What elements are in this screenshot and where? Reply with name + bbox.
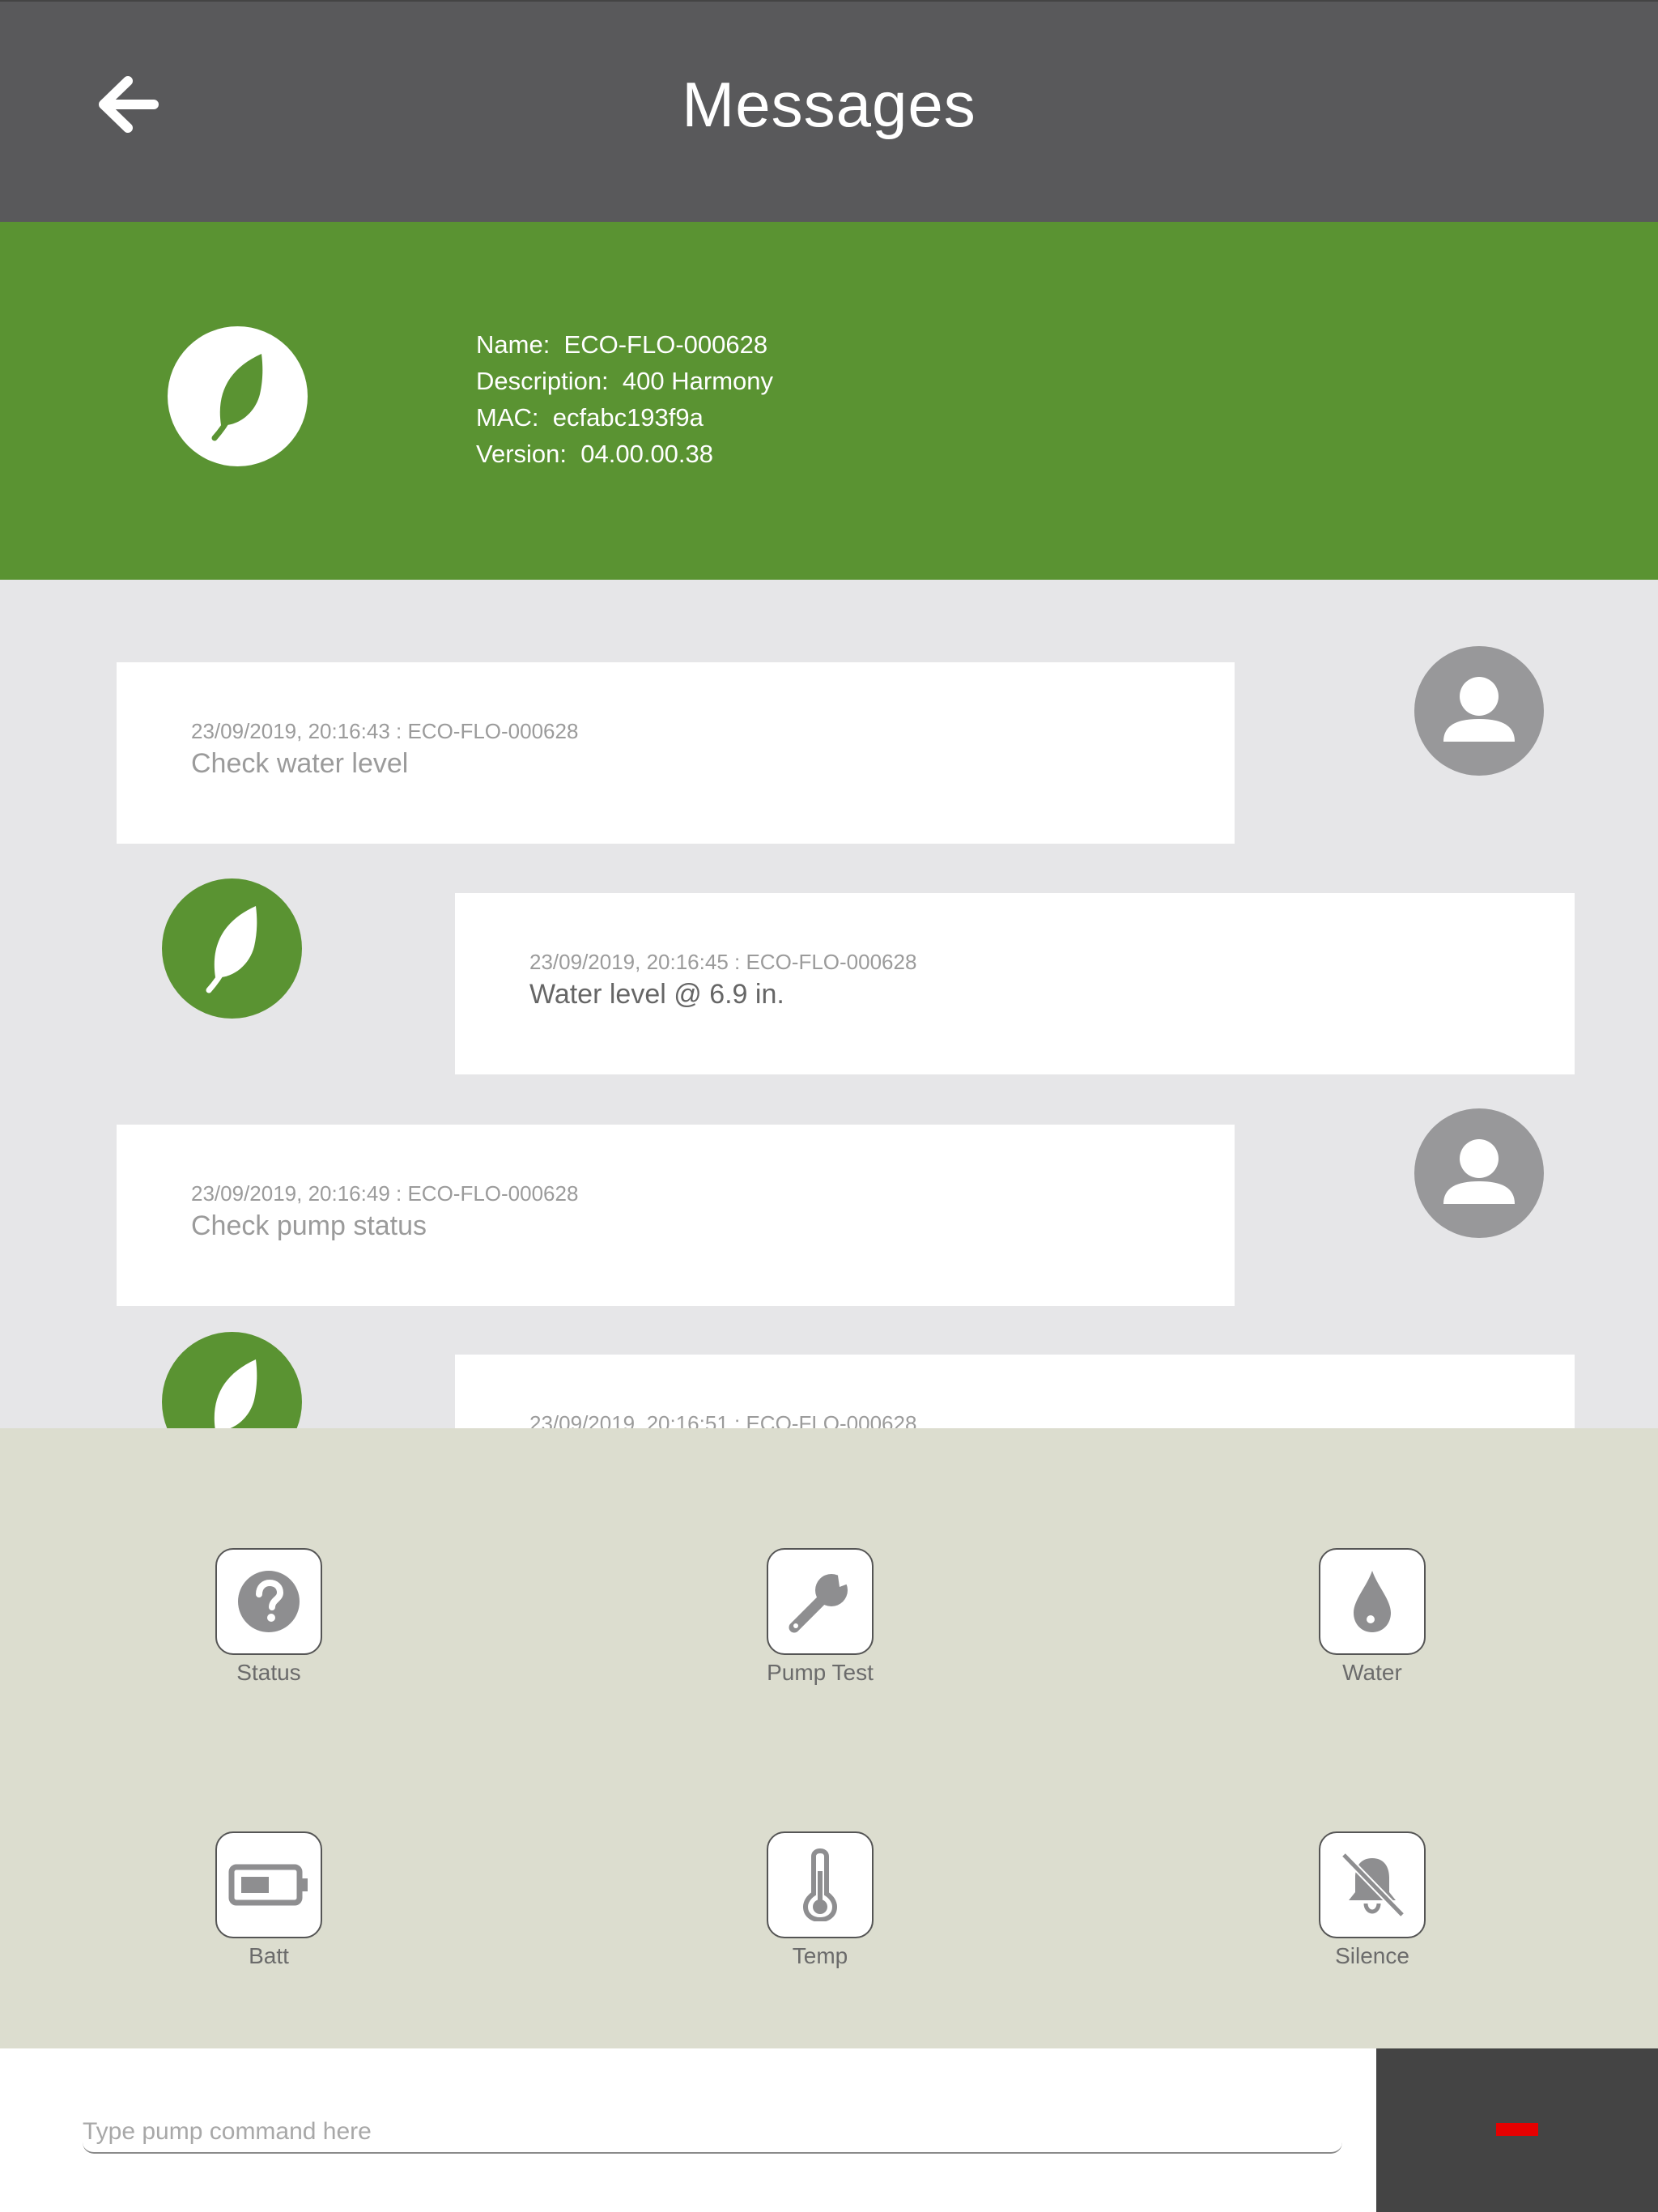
user-avatar [1414,1108,1544,1238]
message-text: Check water level [191,748,409,779]
temp-label: Temp [792,1943,848,1968]
status-label: Status [236,1660,301,1685]
device-name-label: Name: [476,330,551,359]
device-mac-label: MAC: [476,403,539,432]
battery-button[interactable] [215,1831,322,1938]
message-list[interactable]: 23/09/2019, 20:16:43 : ECO-FLO-000628 Ch… [0,580,1658,1428]
pump-avatar [162,1332,302,1428]
person-icon [1443,677,1515,742]
temp-command[interactable]: Temp [739,1831,901,1969]
message-timestamp: 23/09/2019, 20:16:51 : ECO-FLO-000628 [529,1411,917,1428]
water-button[interactable] [1319,1548,1426,1655]
bell-slash-icon [1341,1852,1405,1918]
pump-test-label: Pump Test [767,1660,874,1685]
device-mac-row: MAC: ecfabc193f9a [476,403,704,432]
leaf-icon [214,1359,257,1428]
wrench-icon [789,1569,852,1633]
thermometer-icon [802,1848,838,1921]
temp-button[interactable] [767,1831,874,1938]
message-bubble-pump: 23/09/2019, 20:16:45 : ECO-FLO-000628 Wa… [455,893,1575,1074]
device-description: 400 Harmony [622,367,774,395]
pump-command-input[interactable] [83,2112,1342,2154]
pump-test-command[interactable]: Pump Test [739,1548,901,1686]
device-version-label: Version: [476,440,568,468]
device-name-row: Name: ECO-FLO-000628 [476,330,767,359]
water-drop-icon [1354,1571,1391,1632]
command-input-bar [0,2048,1376,2212]
message-bubble-user: 23/09/2019, 20:16:49 : ECO-FLO-000628 Ch… [117,1125,1235,1306]
water-label: Water [1342,1660,1402,1685]
send-button[interactable] [1376,2048,1658,2212]
pump-test-button[interactable] [767,1548,874,1655]
device-description-label: Description: [476,367,609,395]
header-bar: Messages [0,0,1658,222]
message-timestamp: 23/09/2019, 20:16:45 : ECO-FLO-000628 [529,950,917,974]
message-text: Water level @ 6.9 in. [529,979,784,1010]
leaf-icon [206,906,257,993]
status-button[interactable] [215,1548,322,1655]
message-timestamp: 23/09/2019, 20:16:43 : ECO-FLO-000628 [191,719,579,743]
device-name: ECO-FLO-000628 [563,330,768,359]
device-description-row: Description: 400 Harmony [476,367,773,396]
device-version: 04.00.00.38 [580,440,714,468]
user-avatar [1414,646,1544,776]
leaf-icon [211,354,263,441]
person-icon [1443,1139,1515,1204]
pump-avatar [162,878,302,1019]
status-command[interactable]: Status [188,1548,350,1686]
battery-label: Batt [249,1943,289,1968]
page-title: Messages [682,69,976,140]
question-circle-icon [238,1571,300,1632]
silence-label: Silence [1335,1943,1409,1968]
message-text: Check pump status [191,1210,427,1241]
quick-commands-panel: Status Pump Test Water Batt Temp Silence [0,1428,1658,2048]
message-bubble-pump: 23/09/2019, 20:16:51 : ECO-FLO-000628 [455,1355,1575,1428]
message-timestamp: 23/09/2019, 20:16:49 : ECO-FLO-000628 [191,1181,579,1206]
device-version-row: Version: 04.00.00.38 [476,440,713,469]
send-indicator [1496,2123,1538,2136]
device-avatar [168,326,308,466]
device-mac: ecfabc193f9a [552,403,704,432]
battery-icon [228,1864,308,1906]
water-command[interactable]: Water [1291,1548,1453,1686]
battery-command[interactable]: Batt [188,1831,350,1969]
message-bubble-user: 23/09/2019, 20:16:43 : ECO-FLO-000628 Ch… [117,662,1235,844]
silence-command[interactable]: Silence [1291,1831,1453,1969]
silence-button[interactable] [1319,1831,1426,1938]
